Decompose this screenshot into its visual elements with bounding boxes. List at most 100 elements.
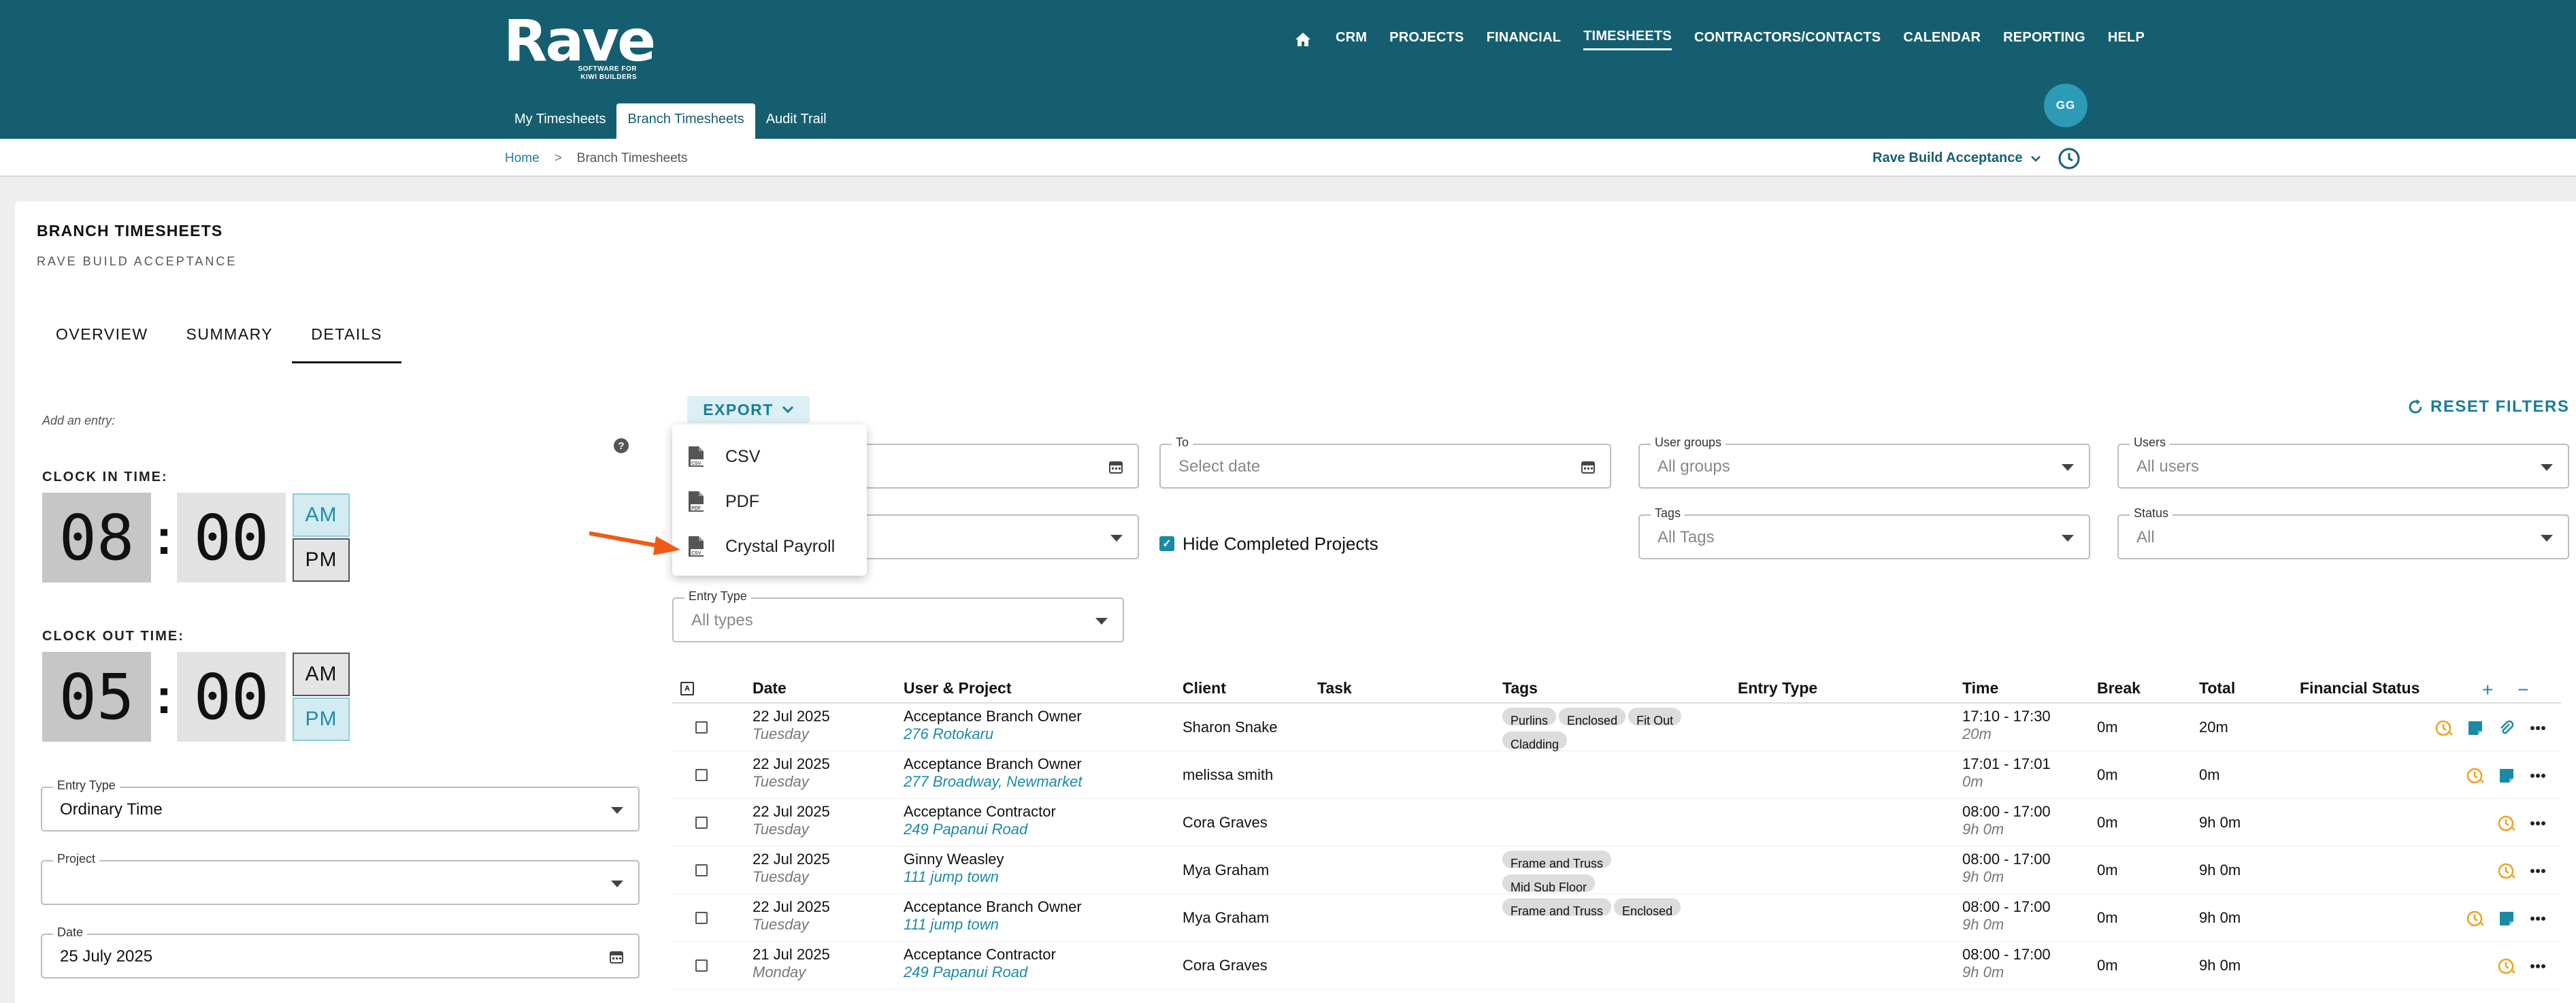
clock-icon[interactable]	[2497, 814, 2516, 833]
col-date[interactable]: Date	[753, 679, 787, 697]
nav-reporting[interactable]: REPORTING	[2003, 30, 2085, 50]
more-icon[interactable]	[2528, 719, 2547, 738]
nav-timesheets[interactable]: TIMESHEETS	[1583, 29, 1672, 50]
company-selector[interactable]: Rave Build Acceptance	[1872, 150, 2041, 166]
project-select[interactable]: Project	[41, 852, 640, 905]
tab-overview[interactable]: OVERVIEW	[37, 317, 167, 363]
clock-out-minute[interactable]: 00	[177, 652, 286, 742]
entry-type-select[interactable]: Entry Type Ordinary Time	[41, 778, 640, 832]
nav-crm[interactable]: CRM	[1336, 30, 1367, 50]
col-tags[interactable]: Tags	[1502, 679, 1538, 697]
entry-type-filter-select[interactable]: Entry Type All types	[672, 589, 1124, 642]
export-crystal-payroll-option[interactable]: CSV Crystal Payroll	[672, 524, 867, 569]
row-project-link[interactable]: 111 jump town	[904, 916, 1082, 934]
nav-financial[interactable]: FINANCIAL	[1487, 30, 1562, 50]
more-icon[interactable]	[2528, 909, 2547, 928]
col-time[interactable]: Time	[1962, 679, 1998, 697]
calendar-icon[interactable]	[1581, 460, 1595, 474]
row-checkbox[interactable]	[695, 769, 708, 781]
row-project-link[interactable]: 249 Papanui Road	[904, 821, 1056, 838]
calendar-icon[interactable]	[610, 950, 623, 964]
col-total[interactable]: Total	[2199, 679, 2235, 697]
subtab-branch-timesheets[interactable]: Branch Timesheets	[616, 103, 755, 139]
nav-projects[interactable]: PROJECTS	[1389, 30, 1464, 50]
table-row[interactable]: 22 Jul 2025 Tuesday Acceptance Branch Owne…	[672, 704, 2561, 751]
tags-select[interactable]: Tags All Tags	[1638, 506, 2090, 559]
more-icon[interactable]	[2528, 861, 2547, 881]
project-label: Project	[53, 852, 100, 866]
more-icon[interactable]	[2528, 766, 2547, 785]
attachment-icon[interactable]	[2497, 719, 2516, 738]
row-date-cell: 21 Jul 2025 Monday	[753, 946, 830, 981]
collapse-all-button[interactable]: −	[2517, 679, 2528, 701]
entry-type-filter-placeholder: All types	[691, 611, 753, 629]
row-project-link[interactable]: 249 Papanui Road	[904, 964, 1056, 981]
row-project-link[interactable]: 111 jump town	[904, 868, 1004, 886]
select-all-checkbox[interactable]: A	[680, 682, 694, 695]
more-icon[interactable]	[2528, 814, 2547, 833]
date-field[interactable]: Date 25 July 2025	[41, 925, 640, 979]
clock-out-pm-button[interactable]: PM	[293, 697, 350, 741]
help-icon[interactable]: ?	[614, 438, 629, 453]
clock-icon[interactable]	[2497, 957, 2516, 976]
col-entry-type[interactable]: Entry Type	[1738, 679, 1817, 697]
table-row[interactable]: 22 Jul 2025 Tuesday Acceptance Branch Owne…	[672, 751, 2561, 799]
hide-completed-checkbox[interactable]: ✓	[1159, 536, 1174, 551]
col-break[interactable]: Break	[2097, 679, 2141, 697]
export-csv-option[interactable]: CSV CSV	[672, 434, 867, 479]
reset-filters-button[interactable]: RESET FILTERS	[2407, 397, 2569, 416]
row-break: 0m	[2097, 719, 2118, 736]
tab-details[interactable]: DETAILS	[292, 317, 401, 363]
clock-in-minute[interactable]: 00	[177, 493, 286, 582]
subtab-audit-trail[interactable]: Audit Trail	[755, 103, 838, 139]
rave-logo[interactable]: Rave SOFTWARE FOR KIWI BUILDERS	[503, 12, 656, 81]
col-user-project[interactable]: User & Project	[904, 679, 1012, 697]
row-day: Tuesday	[753, 868, 809, 885]
nav-help[interactable]: HELP	[2108, 30, 2145, 50]
more-icon[interactable]	[2528, 957, 2547, 976]
row-checkbox[interactable]	[695, 864, 708, 876]
status-select[interactable]: Status All	[2117, 506, 2569, 559]
clock-icon[interactable]	[2466, 766, 2485, 785]
to-date-field[interactable]: To Select date	[1159, 435, 1611, 489]
clock-out-hour[interactable]: 05	[42, 652, 151, 742]
nav-calendar[interactable]: CALENDAR	[1903, 30, 1981, 50]
row-project-link[interactable]: 276 Rotokaru	[904, 725, 1082, 743]
row-checkbox[interactable]	[695, 959, 708, 972]
clock-in-am-button[interactable]: AM	[293, 493, 350, 537]
clock-in-pm-button[interactable]: PM	[293, 538, 350, 582]
export-pdf-option[interactable]: PDF PDF	[672, 479, 867, 524]
export-button[interactable]: EXPORT	[687, 396, 810, 423]
table-row[interactable]: 21 Jul 2025 Monday Acceptance Contractor 24…	[672, 942, 2561, 989]
note-icon[interactable]	[2466, 719, 2485, 738]
home-icon[interactable]	[1293, 29, 1313, 50]
table-row[interactable]: 22 Jul 2025 Tuesday Acceptance Contractor 2…	[672, 799, 2561, 846]
row-project-link[interactable]: 277 Broadway, Newmarket	[904, 773, 1083, 791]
col-task[interactable]: Task	[1317, 679, 1352, 697]
users-select[interactable]: Users All users	[2117, 435, 2569, 489]
clock-in-hour[interactable]: 08	[42, 493, 151, 582]
row-checkbox[interactable]	[695, 721, 708, 734]
clock-icon[interactable]	[2497, 861, 2516, 881]
row-checkbox[interactable]	[695, 912, 708, 924]
subtab-my-timesheets[interactable]: My Timesheets	[503, 103, 616, 139]
calendar-icon[interactable]	[1109, 460, 1123, 474]
clock-icon[interactable]	[2466, 909, 2485, 928]
note-icon[interactable]	[2497, 909, 2516, 928]
nav-contractors-contacts[interactable]: CONTRACTORS/CONTACTS	[1694, 30, 1881, 50]
history-clock-icon[interactable]	[2058, 147, 2081, 170]
note-icon[interactable]	[2497, 766, 2516, 785]
table-row[interactable]: 22 Jul 2025 Tuesday Ginny Weasley 111 jump …	[672, 846, 2561, 894]
user-groups-select[interactable]: User groups All groups	[1638, 435, 2090, 489]
col-client[interactable]: Client	[1183, 679, 1226, 697]
tab-summary[interactable]: SUMMARY	[167, 317, 293, 363]
row-checkbox[interactable]	[695, 817, 708, 829]
table-row[interactable]: 22 Jul 2025 Tuesday Acceptance Branch Owne…	[672, 894, 2561, 942]
expand-all-button[interactable]: +	[2482, 679, 2493, 701]
export-label: EXPORT	[703, 400, 774, 418]
clock-icon[interactable]	[2434, 719, 2454, 738]
breadcrumb-home[interactable]: Home	[505, 151, 540, 166]
clock-out-am-button[interactable]: AM	[293, 653, 350, 696]
col-financial-status[interactable]: Financial Status	[2300, 679, 2420, 697]
user-avatar[interactable]: GG	[2044, 84, 2087, 127]
